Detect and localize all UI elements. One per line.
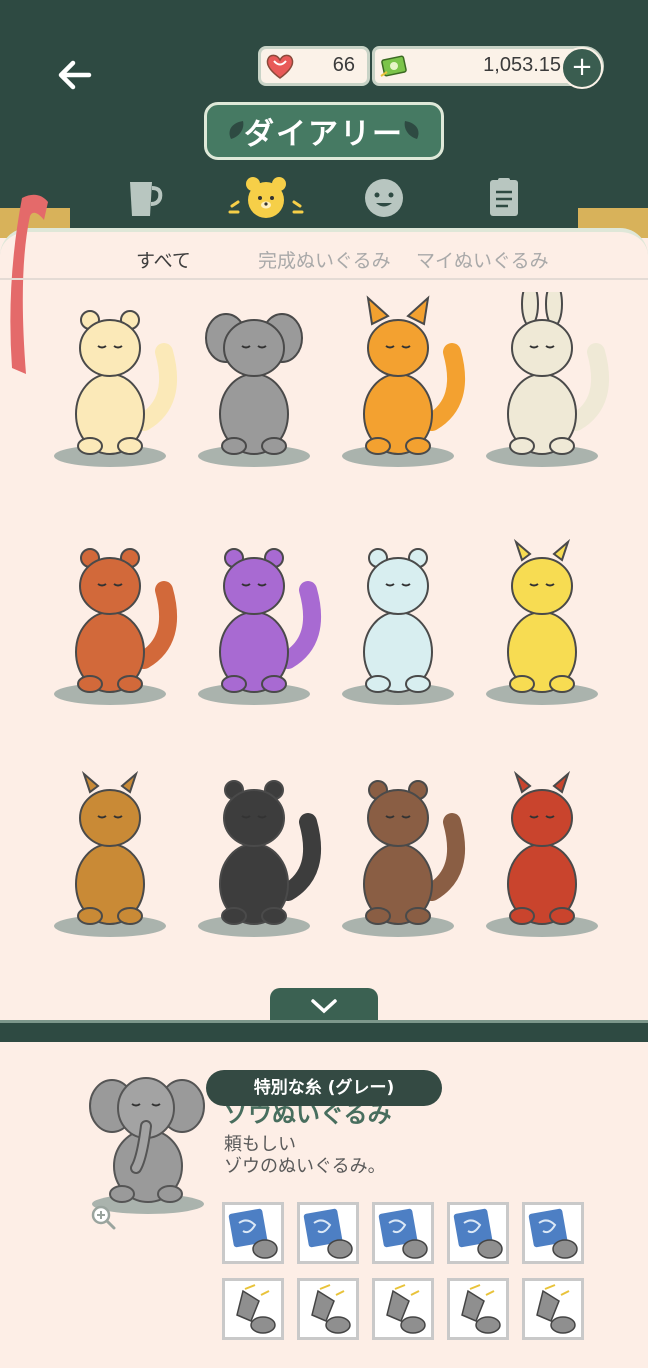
currency-bar: 66 1,053.15 + [258, 46, 604, 89]
plushie-description: 頼もしい ゾウのぬいぐるみ。 [224, 1134, 386, 1178]
leaf-icon [404, 121, 419, 139]
bear-plush-icon [342, 548, 454, 705]
money-icon [380, 55, 407, 77]
horse-plush-icon [486, 770, 598, 937]
material-slot-pattern-1[interactable] [222, 1202, 284, 1264]
plushie-grid [30, 281, 618, 1012]
otter-plush-icon [342, 780, 466, 937]
thread-icon [536, 1284, 576, 1334]
detail-panel: ゾウぬいぐるみ 特別な糸 (グレー) 頼もしい ゾウのぬいぐるみ。 [0, 1042, 648, 1368]
plushie-fox[interactable] [328, 292, 468, 472]
zoom-icon[interactable] [90, 1204, 116, 1230]
pattern-icon [378, 1208, 428, 1259]
header: 66 1,053.15 + ダイアリー [0, 0, 648, 235]
tab-document[interactable] [478, 172, 530, 224]
skunk-plush-icon [198, 780, 322, 937]
pattern-icon [228, 1208, 278, 1259]
plushie-skunk[interactable] [184, 762, 324, 942]
material-slot-thread-1[interactable] [222, 1278, 284, 1340]
arrow-left-icon [58, 60, 92, 90]
plushie-cat-purple[interactable] [184, 530, 324, 710]
pattern-icon [528, 1208, 578, 1259]
material-slot-pattern-2[interactable] [297, 1202, 359, 1264]
description-line-1: 頼もしい [224, 1134, 296, 1155]
filter-completed[interactable]: 完成ぬいぐるみ [258, 246, 391, 273]
rabbit-plush-icon [486, 281, 610, 467]
pattern-icon [453, 1208, 503, 1259]
squirrel-plush-icon [54, 548, 178, 705]
hearts-value: 66 [332, 54, 355, 76]
plushie-deer[interactable] [40, 762, 180, 942]
plushie-squirrel[interactable] [40, 530, 180, 710]
plushie-elephant[interactable] [184, 292, 324, 472]
material-slot-pattern-3[interactable] [372, 1202, 434, 1264]
material-slot-thread-4[interactable] [447, 1278, 509, 1340]
document-icon [490, 178, 518, 216]
money-value: 1,053.15 [483, 54, 561, 76]
material-slot-pattern-4[interactable] [447, 1202, 509, 1264]
face-icon [365, 179, 403, 217]
plushie-horse[interactable] [472, 762, 612, 942]
plushie-giraffe[interactable] [472, 530, 612, 710]
selected-plushie-image [89, 1077, 205, 1214]
thread-icon [386, 1284, 426, 1334]
elephant-plush-icon [198, 313, 310, 467]
fox-plush-icon [342, 295, 466, 467]
page-title-plate: ダイアリー [204, 102, 444, 160]
bear-icon [228, 177, 304, 218]
pattern-icon [303, 1208, 353, 1259]
page-title: ダイアリー [244, 117, 404, 152]
material-slot-thread-3[interactable] [372, 1278, 434, 1340]
tab-face[interactable] [358, 172, 410, 224]
material-slot-thread-2[interactable] [297, 1278, 359, 1340]
add-money-button[interactable]: + [561, 47, 603, 89]
filter-divider [0, 278, 648, 280]
filter-mine[interactable]: マイぬいぐるみ [416, 246, 549, 273]
expand-button[interactable] [270, 988, 378, 1024]
thread-icon [311, 1284, 351, 1334]
tab-bear[interactable] [226, 172, 306, 224]
plushie-cat-cream[interactable] [40, 292, 180, 472]
cup-icon [130, 182, 163, 216]
tab-cup[interactable] [118, 172, 170, 224]
material-slot-pattern-5[interactable] [522, 1202, 584, 1264]
description-line-2: ゾウのぬいぐるみ。 [224, 1156, 386, 1177]
money-counter: 1,053.15 + [372, 46, 604, 89]
cat-plush-icon [54, 310, 178, 467]
cat-plush-icon [198, 548, 322, 705]
thread-icon [461, 1284, 501, 1334]
material-slot-thread-5[interactable] [522, 1278, 584, 1340]
hearts-counter: 66 [258, 46, 370, 86]
plushie-otter[interactable] [328, 762, 468, 942]
heart-icon [266, 54, 294, 79]
plushie-bear-blue[interactable] [328, 530, 468, 710]
leaf-icon [229, 121, 244, 139]
plushie-rabbit[interactable] [472, 281, 612, 472]
thread-icon [236, 1284, 276, 1334]
filter-bar: すべて 完成ぬいぐるみ マイぬいぐるみ [0, 246, 648, 280]
filter-all[interactable]: すべて [136, 246, 191, 273]
giraffe-plush-icon [486, 538, 598, 705]
deer-plush-icon [54, 770, 166, 937]
chevron-down-icon [311, 999, 337, 1014]
back-button[interactable] [50, 50, 100, 100]
material-tooltip: 特別な糸 (グレー) [206, 1070, 442, 1106]
